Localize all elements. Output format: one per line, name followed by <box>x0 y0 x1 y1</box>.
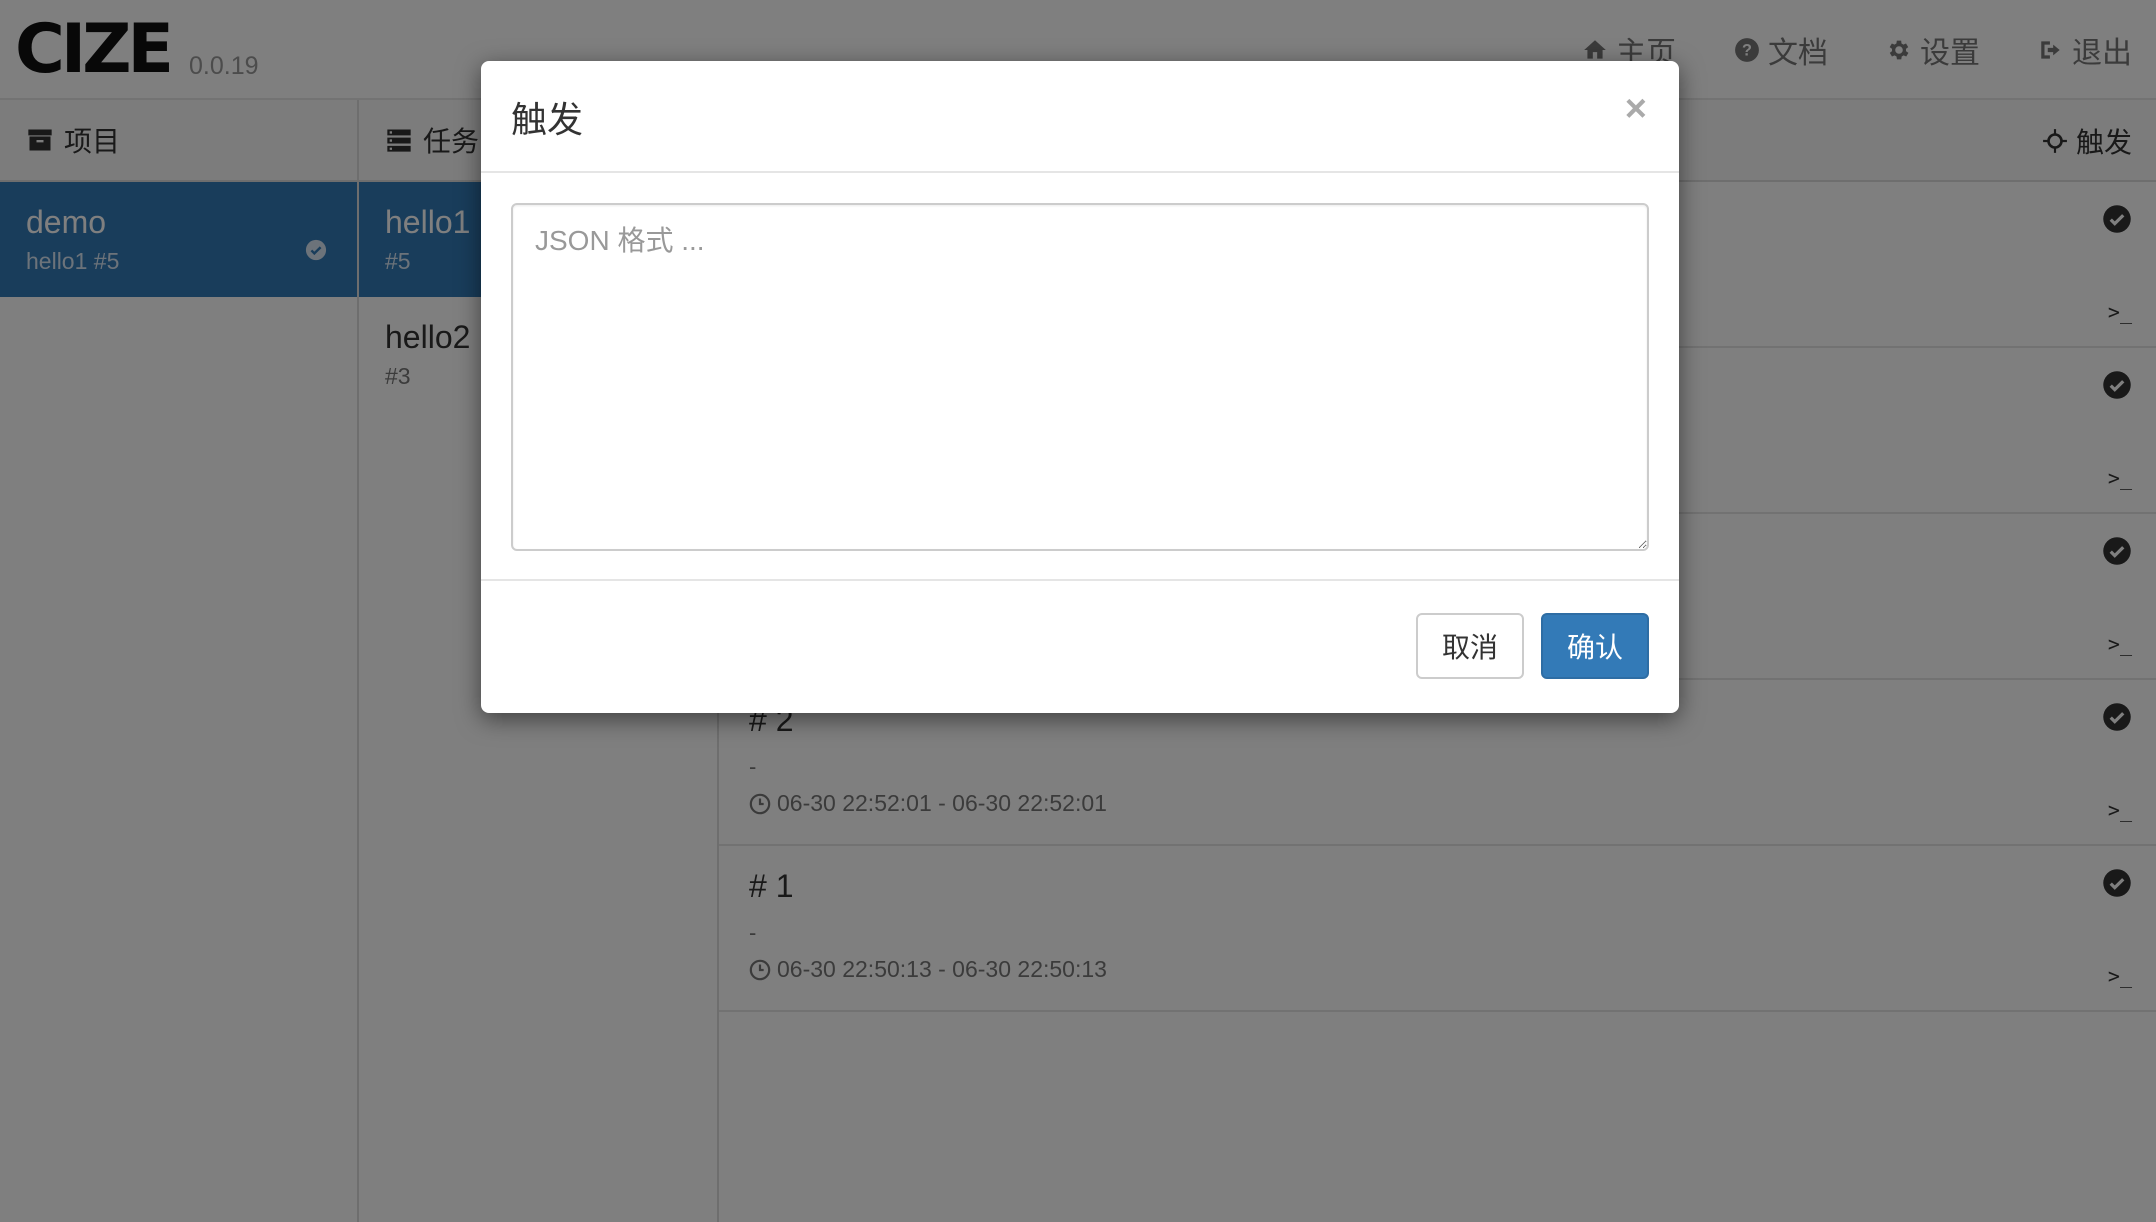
close-icon[interactable]: × <box>1625 89 1647 129</box>
json-params-input[interactable] <box>511 203 1649 551</box>
cancel-button[interactable]: 取消 <box>1416 613 1524 679</box>
modal-body <box>481 173 1679 581</box>
modal-header: 触发 × <box>481 61 1679 173</box>
modal-footer: 取消 确认 <box>481 581 1679 711</box>
modal-title: 触发 <box>511 99 584 140</box>
trigger-modal: 触发 × 取消 确认 <box>481 61 1679 713</box>
confirm-button[interactable]: 确认 <box>1541 613 1649 679</box>
